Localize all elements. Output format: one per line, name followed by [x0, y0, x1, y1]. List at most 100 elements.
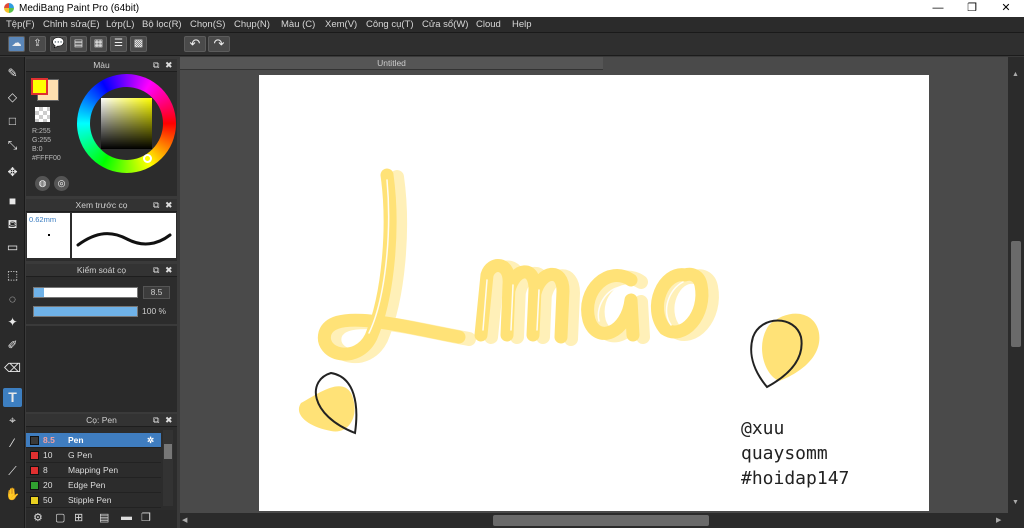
hue-ring[interactable]: [77, 74, 176, 173]
menu-tools[interactable]: Công cụ(T): [366, 19, 414, 30]
brush-item-stipple-pen[interactable]: 50 Stipple Pen: [26, 493, 161, 508]
hue-handle[interactable]: [143, 154, 152, 163]
float-icon[interactable]: ⧉: [153, 59, 159, 72]
brush-list: 8.5 Pen ✲ 10 G Pen 8 Mapping Pen 20 Edge…: [26, 433, 161, 508]
brush-color-swatch: [30, 451, 39, 460]
scroll-right-icon[interactable]: ▶: [996, 516, 1001, 524]
folder-icon[interactable]: ▬: [121, 511, 132, 523]
palette-add-icon[interactable]: ◎: [54, 176, 69, 191]
minimize-button[interactable]: —: [921, 0, 955, 17]
brush-size: 50: [43, 495, 53, 505]
menu-capture[interactable]: Chụp(N): [234, 19, 270, 30]
window-title: MediBang Paint Pro (64bit): [19, 3, 140, 14]
copy-brush-icon[interactable]: ❐: [141, 511, 151, 524]
gear-icon[interactable]: ✲: [147, 433, 154, 448]
float-icon[interactable]: ⧉: [153, 199, 159, 212]
comment-icon[interactable]: 💬: [50, 36, 67, 52]
brush-color-swatch: [30, 496, 39, 505]
brush-preview-title: Xem trước cọ: [75, 200, 128, 210]
menu-layer[interactable]: Lớp(L): [106, 19, 134, 30]
fill-rect-tool-icon[interactable]: ■: [3, 192, 22, 211]
menu-filter[interactable]: Bộ lọc(R): [142, 19, 182, 30]
select-pen-tool-icon[interactable]: ✐: [3, 336, 22, 355]
gradient-tool-icon[interactable]: ▭: [3, 238, 22, 257]
lasso-tool-icon[interactable]: ◌: [3, 290, 22, 309]
magic-wand-tool-icon[interactable]: ✦: [3, 313, 22, 332]
maximize-button[interactable]: ❐: [955, 0, 989, 17]
bucket-tool-icon[interactable]: ⛾: [3, 215, 22, 234]
foreground-color-swatch[interactable]: [31, 78, 48, 95]
float-icon[interactable]: ⧉: [153, 264, 159, 277]
redo-button[interactable]: ↷: [208, 36, 230, 52]
scroll-up-icon[interactable]: ▲: [1012, 71, 1019, 78]
menu-file[interactable]: Tệp(F): [6, 19, 35, 30]
brush-name: Mapping Pen: [68, 465, 119, 475]
upload-icon[interactable]: ⇪: [29, 36, 46, 52]
vertical-scroll-thumb[interactable]: [1011, 241, 1021, 347]
saturation-value-square[interactable]: [101, 98, 152, 149]
import-brush-icon[interactable]: ▤: [99, 511, 109, 524]
horizontal-scrollbar[interactable]: ◀ ▶: [180, 513, 1008, 528]
brush-item-edge-pen[interactable]: 20 Edge Pen: [26, 478, 161, 493]
tool-palette: ✎ ◇ □ ⤡ ✥ ■ ⛾ ▭ ⬚ ◌ ✦ ✐ ⌫ T ⌖ ⁄ ⟋ ✋: [0, 57, 25, 528]
close-button[interactable]: ✕: [989, 0, 1023, 17]
menu-cloud[interactable]: Cloud: [476, 19, 501, 30]
menu-edit[interactable]: Chỉnh sửa(E): [43, 19, 100, 30]
brush-item-pen[interactable]: 8.5 Pen ✲: [26, 433, 161, 448]
brush-name: Stipple Pen: [68, 495, 112, 505]
menu-select[interactable]: Chọn(S): [190, 19, 225, 30]
brush-stroke-preview: [72, 213, 176, 258]
text-tool-icon[interactable]: T: [3, 388, 22, 407]
canvas-paper[interactable]: @xuu quaysomm #hoidap147: [259, 75, 929, 511]
hand-tool-icon[interactable]: ✋: [3, 485, 22, 504]
signature-line-2: quaysomm: [741, 443, 828, 464]
divide-tool-icon[interactable]: ⟋: [3, 462, 22, 481]
brush-tool-icon[interactable]: ✎: [3, 64, 22, 83]
new-brush-icon[interactable]: ▢: [55, 511, 65, 524]
horizontal-scroll-thumb[interactable]: [493, 515, 709, 526]
menu-help[interactable]: Help: [512, 19, 532, 30]
select-eraser-tool-icon[interactable]: ⌫: [3, 359, 22, 378]
brush-preview-panel: Xem trước cọ ⧉ ✖ 0.62mm: [26, 199, 177, 261]
move-tool-icon[interactable]: ✥: [3, 163, 22, 182]
green-value: G:255: [32, 137, 52, 144]
brush-list-scrollbar[interactable]: [163, 430, 173, 506]
cloud-icon[interactable]: ☁: [8, 36, 25, 52]
eyedropper-tool-icon[interactable]: ⁄: [3, 434, 22, 453]
vertical-scrollbar[interactable]: ▲ ▼: [1008, 57, 1024, 513]
panel-close-icon[interactable]: ✖: [165, 59, 173, 72]
brush-preview-header: Xem trước cọ ⧉ ✖: [26, 199, 177, 212]
brush-panel-title: Cọ: Pen: [86, 415, 117, 425]
grid-icon[interactable]: ▩: [130, 36, 147, 52]
undo-button[interactable]: ↶: [184, 36, 206, 52]
eraser-tool-icon[interactable]: ◇: [3, 88, 22, 107]
dot-tool-icon[interactable]: □: [3, 112, 22, 131]
toolbar: ☁ ⇪ 💬 ▤ ▦ ☰ ▩ ↶ ↷: [0, 33, 1024, 56]
brush-item-g-pen[interactable]: 10 G Pen: [26, 448, 161, 463]
brush-size-value[interactable]: 8.5: [143, 286, 170, 299]
operation-tool-icon[interactable]: ⌖: [3, 411, 22, 430]
scroll-down-icon[interactable]: ▼: [1012, 499, 1019, 506]
line-tool-icon[interactable]: ⤡: [3, 136, 22, 155]
document-tab[interactable]: Untitled: [180, 57, 603, 70]
panel-close-icon[interactable]: ✖: [165, 414, 173, 427]
brush-control-panel: Kiểm soát cọ ⧉ ✖ 8.5 100 %: [26, 264, 177, 324]
panel-close-icon[interactable]: ✖: [165, 199, 173, 212]
scroll-left-icon[interactable]: ◀: [182, 516, 187, 524]
document-icon[interactable]: ▦: [90, 36, 107, 52]
menu-color[interactable]: Màu (C): [281, 19, 315, 30]
brush-item-mapping-pen[interactable]: 8 Mapping Pen: [26, 463, 161, 478]
list-icon[interactable]: ☰: [110, 36, 127, 52]
transparent-color-swatch[interactable]: [35, 107, 50, 122]
select-rect-tool-icon[interactable]: ⬚: [3, 266, 22, 285]
float-icon[interactable]: ⧉: [153, 414, 159, 427]
palette-icon[interactable]: ◍: [35, 176, 50, 191]
add-brush-icon[interactable]: ⊞: [74, 511, 83, 524]
menu-view[interactable]: Xem(V): [325, 19, 357, 30]
brush-settings-icon[interactable]: ⚙: [33, 511, 43, 524]
opacity-slider[interactable]: [33, 306, 138, 317]
panel-close-icon[interactable]: ✖: [165, 264, 173, 277]
brush-size-slider[interactable]: [33, 287, 138, 298]
message-icon[interactable]: ▤: [70, 36, 87, 52]
menu-window[interactable]: Cửa sổ(W): [422, 19, 468, 30]
